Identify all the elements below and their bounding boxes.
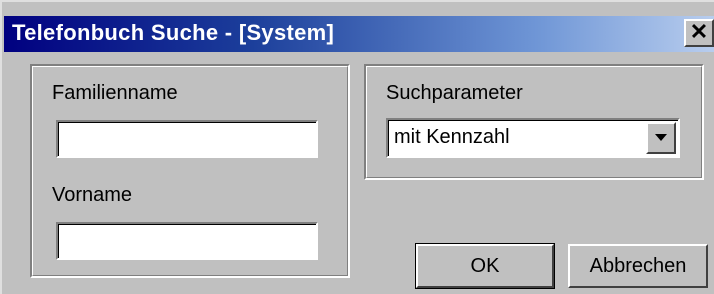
close-icon: ✕	[689, 19, 709, 44]
search-params-select[interactable]: mit Kennzahl	[386, 118, 680, 158]
search-params-group: Suchparameter mit Kennzahl	[364, 64, 704, 180]
firstname-label: Vorname	[52, 184, 133, 206]
firstname-input[interactable]	[56, 222, 318, 260]
close-button[interactable]: ✕	[684, 19, 714, 47]
window-title: Telefonbuch Suche - [System]	[12, 20, 335, 45]
search-params-selected: mit Kennzahl	[394, 126, 510, 148]
search-params-label: Suchparameter	[386, 82, 523, 104]
dialog-window: Telefonbuch Suche - [System] ✕ Familienn…	[0, 0, 714, 294]
lastname-label: Familienname	[52, 82, 178, 104]
ok-button[interactable]: OK	[415, 243, 555, 289]
cancel-button[interactable]: Abbrechen	[568, 244, 708, 288]
title-bar[interactable]: Telefonbuch Suche - [System] ✕	[4, 16, 714, 52]
dropdown-button[interactable]	[646, 122, 676, 154]
name-group: Familienname Vorname	[30, 64, 350, 278]
chevron-down-icon	[655, 134, 667, 141]
lastname-input[interactable]	[56, 120, 318, 158]
